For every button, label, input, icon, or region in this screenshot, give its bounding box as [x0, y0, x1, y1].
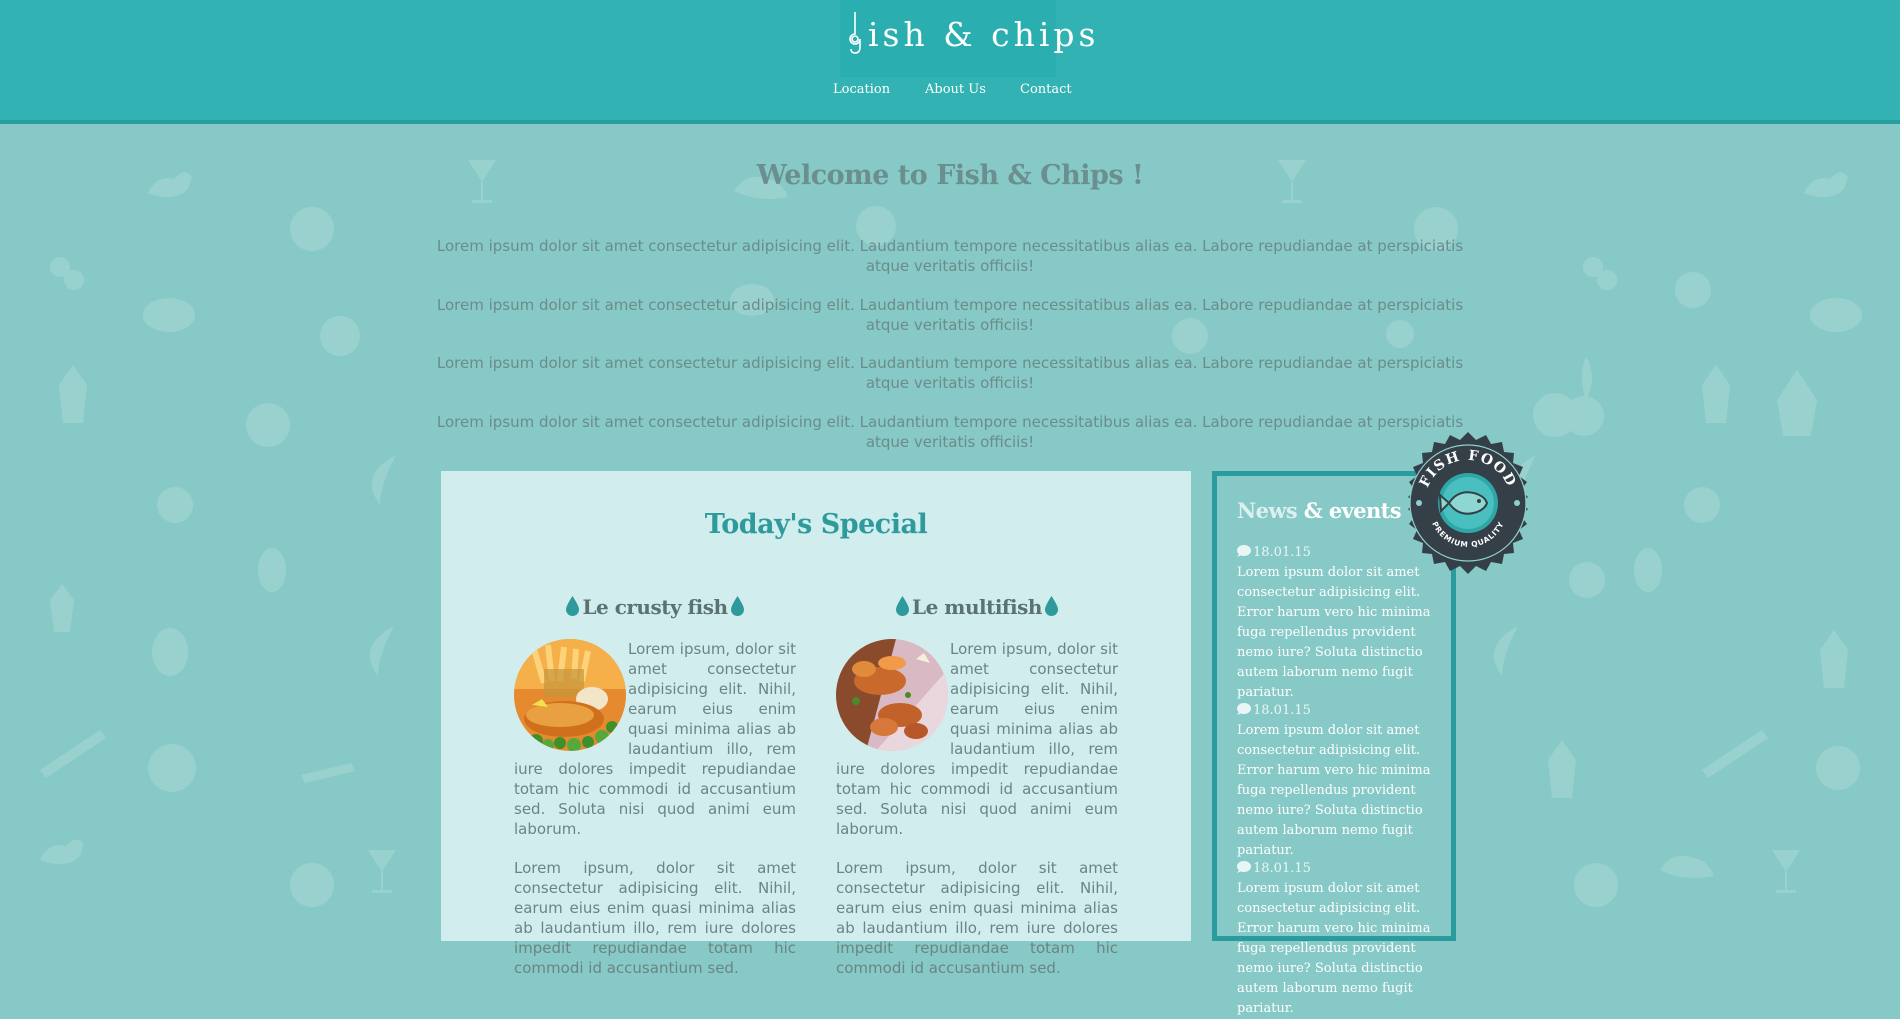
drop-icon [1044, 596, 1058, 616]
dish-card: Le crusty fish Lorem ipsum, dolor sit am… [514, 591, 796, 997]
special-title: Today's Special [704, 509, 928, 540]
welcome-paragraph: Lorem ipsum dolor sit amet consectetur a… [436, 413, 1464, 451]
news-title: News & events [1237, 498, 1402, 523]
news-title-word: News [1237, 498, 1298, 523]
dish-title: Le multifish [836, 591, 1118, 623]
main-nav: Location About Us Contact [0, 82, 1900, 102]
speech-bubble-icon [1237, 703, 1251, 715]
news-text: Lorem ipsum dolor sit amet consectetur a… [1237, 881, 1431, 1016]
welcome-paragraph: Lorem ipsum dolor sit amet consectetur a… [436, 296, 1464, 334]
fish-and-chips-photo [514, 639, 626, 751]
dish-description: Lorem ipsum, dolor sit amet consectetur … [836, 859, 1118, 977]
nav-contact[interactable]: Contact [1020, 82, 1072, 97]
welcome-title: Welcome to Fish & Chips ! [756, 160, 1144, 191]
logo-text[interactable]: ish & chips [868, 10, 1099, 60]
dish-name: Le crusty fish [582, 595, 728, 619]
nav-location[interactable]: Location [833, 82, 890, 97]
news-text: Lorem ipsum dolor sit amet consectetur a… [1237, 565, 1431, 700]
site-header: ish & chips Location About Us Contact [0, 0, 1900, 124]
drop-icon [896, 596, 910, 616]
speech-bubble-icon [1237, 545, 1251, 557]
drop-icon [730, 596, 744, 616]
dish-card: Le multifish Lorem ipsum, dolor sit amet… [836, 591, 1118, 997]
news-text: Lorem ipsum dolor sit amet consectetur a… [1237, 723, 1431, 858]
fish-hook-icon[interactable] [847, 12, 871, 56]
fish-food-badge: FISH FOOD PREMIUM QUALITY [1408, 432, 1528, 574]
todays-special-panel: Today's Special Le crusty fish Lorem ips… [441, 471, 1191, 977]
nav-about-us[interactable]: About Us [925, 82, 986, 97]
dish-name: Le multifish [912, 595, 1042, 619]
news-item: 18.01.15 Lorem ipsum dolor sit amet cons… [1237, 701, 1445, 861]
news-item: 18.01.15 Lorem ipsum dolor sit amet cons… [1237, 859, 1445, 1019]
fried-seafood-photo [836, 639, 948, 751]
welcome-paragraph: Lorem ipsum dolor sit amet consectetur a… [436, 354, 1464, 392]
news-title-suffix: & events [1303, 498, 1402, 523]
dish-description: Lorem ipsum, dolor sit amet consectetur … [514, 859, 796, 977]
news-date: 18.01.15 [1237, 859, 1445, 879]
news-date: 18.01.15 [1237, 701, 1445, 721]
speech-bubble-icon [1237, 861, 1251, 873]
welcome-paragraph: Lorem ipsum dolor sit amet consectetur a… [436, 237, 1464, 275]
drop-icon [566, 596, 580, 616]
dish-title: Le crusty fish [514, 591, 796, 623]
